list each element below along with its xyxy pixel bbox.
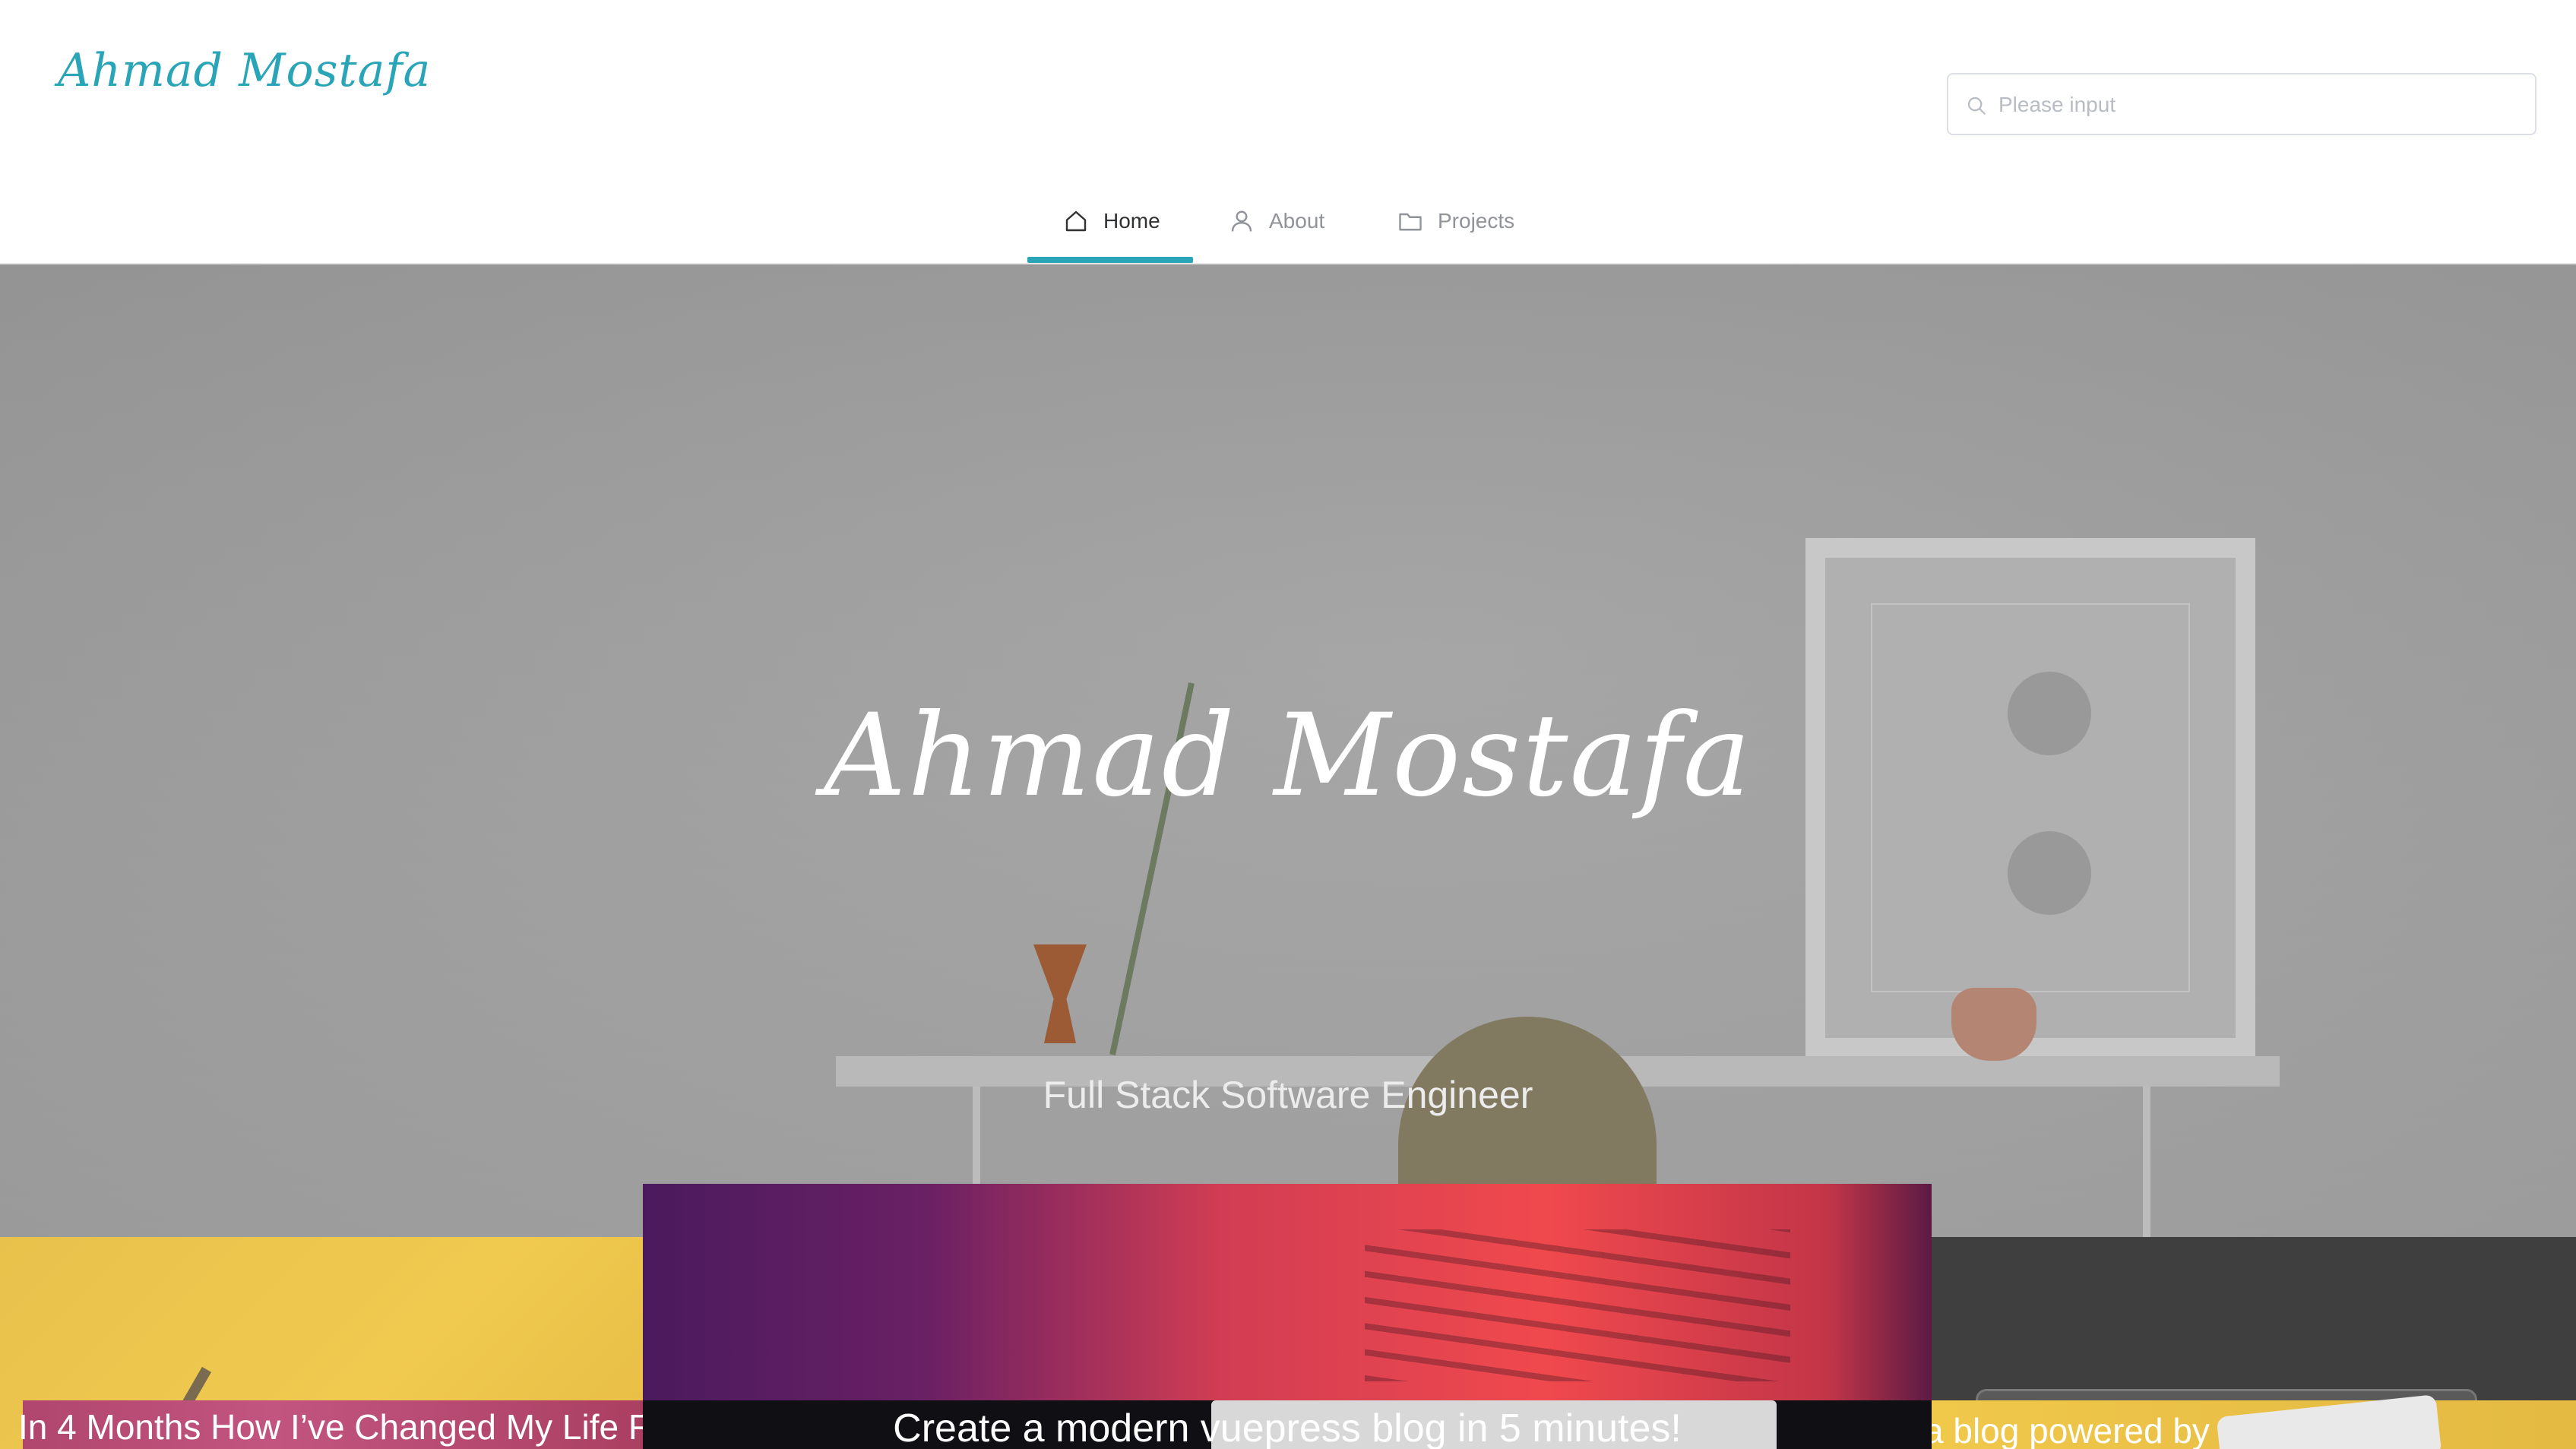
hero-title: Ahmad Mostafa xyxy=(824,690,1752,822)
nav-item-home[interactable]: Home xyxy=(1062,179,1160,263)
nav-item-about[interactable]: About xyxy=(1228,179,1324,263)
site-header: Ahmad Mostafa Home About Projects xyxy=(0,0,2576,264)
post-card-3[interactable]: a blog powered by xyxy=(1930,1237,2576,1449)
post-card-title[interactable]: In 4 Months How I’ve Changed My Life Fr xyxy=(18,1406,644,1447)
nav-label-home: Home xyxy=(1103,209,1160,233)
nav-item-projects[interactable]: Projects xyxy=(1397,179,1514,263)
search-box[interactable] xyxy=(1947,73,2536,135)
home-icon xyxy=(1065,210,1087,232)
search-icon xyxy=(1967,96,1986,115)
post-card-title[interactable]: a blog powered by xyxy=(1930,1410,2210,1449)
hero-plant-pot xyxy=(1951,988,2036,1061)
active-tab-indicator xyxy=(1027,257,1193,263)
nav-label-about: About xyxy=(1269,209,1325,233)
user-icon xyxy=(1231,210,1252,232)
post-card-1[interactable]: In 4 Months How I’ve Changed My Life Fr xyxy=(0,1237,644,1449)
post-card-2-image xyxy=(1365,1229,1790,1381)
folder-icon xyxy=(1399,213,1422,231)
nav-label-projects: Projects xyxy=(1438,209,1515,233)
search-input[interactable] xyxy=(1998,85,2523,125)
hero-banner: Ahmad Mostafa Full Stack Software Engine… xyxy=(0,264,2576,1237)
post-card-title[interactable]: Create a modern vuepress blog in 5 minut… xyxy=(643,1406,1932,1449)
site-logo[interactable]: Ahmad Mostafa xyxy=(58,44,431,97)
post-card-2[interactable]: Create a modern vuepress blog in 5 minut… xyxy=(643,1184,1932,1449)
hero-subtitle: Full Stack Software Engineer xyxy=(1043,1074,1533,1116)
main-nav: Home About Projects xyxy=(0,179,2576,264)
